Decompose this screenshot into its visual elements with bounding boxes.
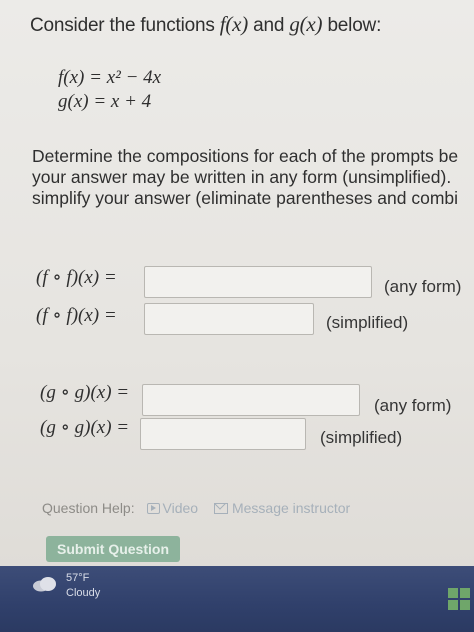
gog-simplified-hint: (simplified) [320, 428, 403, 447]
fof-any-label: (f ∘ f)(x) = [36, 267, 117, 288]
quiz-page: Consider the functions f(x) and g(x) bel… [0, 0, 474, 632]
question-help-label: Question Help: [42, 500, 135, 517]
submit-question-button[interactable]: Submit Question [46, 536, 180, 562]
f-symbol: f(x) [219, 12, 249, 36]
cloud-icon [33, 577, 56, 592]
question-intro: Consider the functions f(x) and g(x) bel… [30, 12, 381, 37]
mail-icon [213, 502, 228, 514]
fof-any-hint: (any form) [384, 277, 462, 296]
gog-any-form-input[interactable] [142, 384, 360, 416]
intro-and: and [248, 15, 290, 36]
intro-prefix: Consider the functions [30, 15, 220, 36]
fof-simplified-label: (f ∘ f)(x) = [36, 305, 117, 326]
video-link[interactable]: Video [163, 500, 199, 516]
gog-any-hint: (any form) [374, 396, 452, 415]
windows-start-icon[interactable] [448, 588, 472, 612]
weather-temperature[interactable]: 57°F [66, 572, 89, 584]
fof-simplified-input[interactable] [144, 303, 314, 335]
question-help: Question Help: Video Message instructor [42, 499, 350, 516]
gog-any-label: (g ∘ g)(x) = [40, 382, 130, 403]
fof-any-form-input[interactable] [144, 266, 372, 298]
prompt-line-1: Determine the compositions for each of t… [32, 146, 459, 166]
prompt-line-3: simplify your answer (eliminate parenthe… [32, 188, 459, 208]
gog-simplified-input[interactable] [140, 418, 306, 450]
video-icon [146, 502, 160, 514]
prompt-text: Determine the compositions for each of t… [32, 146, 474, 209]
g-symbol: g(x) [289, 12, 323, 36]
gog-simplified-label: (g ∘ g)(x) = [40, 417, 130, 438]
weather-description[interactable]: Cloudy [66, 587, 100, 599]
prompt-line-2: your answer may be written in any form (… [32, 167, 452, 187]
g-definition: g(x) = x + 4 [58, 91, 152, 112]
fof-simplified-hint: (simplified) [326, 313, 409, 332]
f-definition: f(x) = x² − 4x [58, 67, 162, 88]
message-instructor-link[interactable]: Message instructor [232, 500, 350, 516]
intro-suffix: below: [322, 15, 382, 36]
function-definitions: f(x) = x² − 4x g(x) = x + 4 [58, 66, 161, 114]
